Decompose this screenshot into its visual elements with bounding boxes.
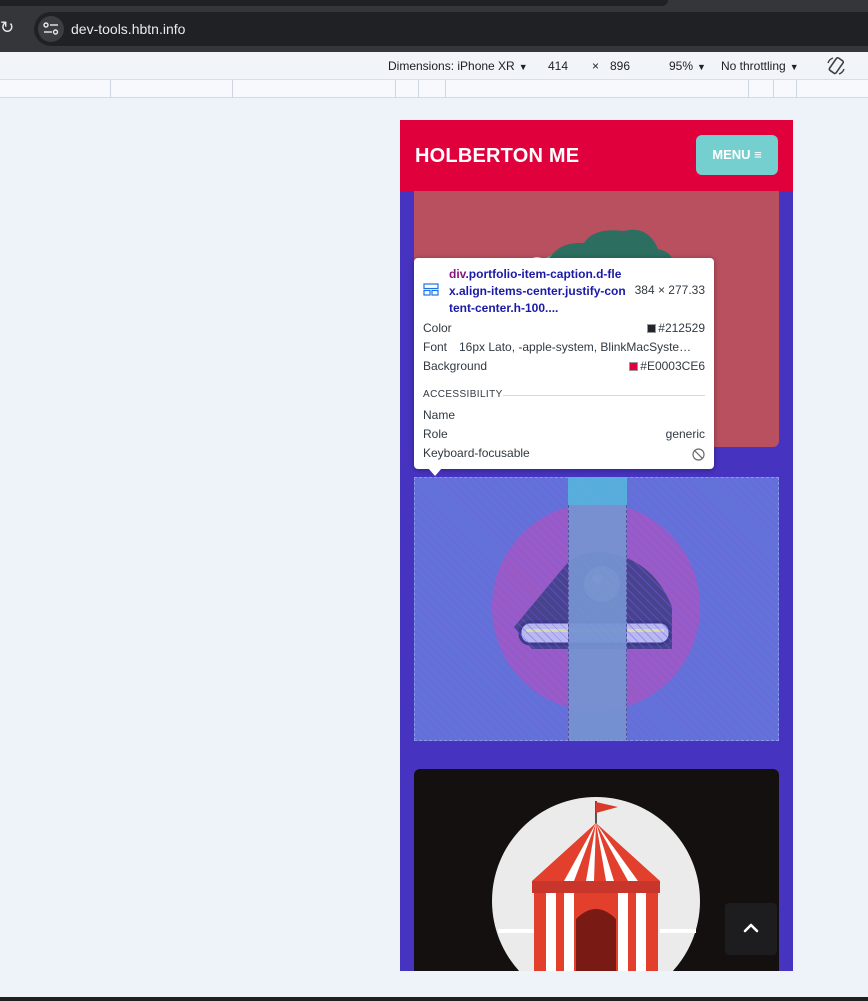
reload-icon[interactable]: ↻ — [0, 19, 18, 37]
tooltip-arrow — [428, 468, 442, 476]
zoom-label: 95% — [669, 59, 694, 73]
hamburger-icon: ≡ — [754, 147, 762, 162]
caret-down-icon: ▼ — [789, 62, 799, 72]
url-text[interactable]: dev-tools.hbtn.info — [71, 21, 185, 37]
window-bottom-edge — [0, 997, 868, 1001]
address-bar[interactable]: dev-tools.hbtn.info — [34, 12, 868, 46]
throttling-dropdown[interactable]: No throttling ▼ — [721, 59, 799, 73]
dimensions-dropdown[interactable]: Dimensions: iPhone XR ▼ — [388, 59, 528, 73]
name-row: Name — [423, 408, 705, 425]
rotate-icon[interactable] — [825, 55, 847, 77]
menu-button[interactable]: MENU ≡ — [696, 135, 778, 175]
accessibility-header: ACCESSIBILITY — [423, 389, 503, 400]
role-row: Role generic — [423, 427, 705, 444]
role-value: generic — [665, 427, 705, 441]
font-label: Font — [423, 340, 448, 354]
color-swatch — [647, 324, 657, 333]
throttling-label: No throttling — [721, 59, 786, 73]
selector-tag: div — [449, 267, 466, 281]
background-swatch — [629, 362, 639, 371]
width-input[interactable]: 414 — [548, 59, 568, 73]
element-selector: div.portfolio-item-caption.d-flex.align-… — [449, 266, 627, 317]
selector-classes: .portfolio-item-caption.d-flex.align-ite… — [449, 267, 626, 315]
element-layout-icon — [423, 283, 439, 296]
site-navbar: HOLBERTON ME MENU ≡ — [400, 120, 793, 191]
element-size: 384 × 277.33 — [634, 283, 705, 297]
portfolio-item-cake[interactable] — [414, 477, 779, 741]
background-label: Background — [423, 359, 488, 373]
device-viewport: HOLBERTON ME MENU ≡ — [400, 120, 793, 971]
chevron-up-icon — [743, 923, 759, 933]
scroll-to-top-button[interactable] — [725, 903, 777, 955]
color-row: Color #212529 — [423, 321, 705, 338]
color-label: Color — [423, 321, 452, 335]
caret-down-icon: ▼ — [697, 62, 706, 72]
font-row: Font 16px Lato, -apple-system, BlinkMacS… — [423, 340, 705, 357]
ruler-segment[interactable] — [773, 80, 774, 98]
times-sign: × — [592, 59, 600, 73]
element-outline — [414, 477, 779, 741]
ruler-segment[interactable] — [748, 80, 749, 98]
media-query-ruler[interactable] — [0, 80, 868, 98]
focusable-row: Keyboard-focusable — [423, 446, 705, 463]
tab-strip — [0, 0, 668, 6]
ruler-segment[interactable] — [796, 80, 797, 98]
ruler-segment[interactable] — [110, 80, 111, 98]
site-info-icon[interactable] — [38, 16, 64, 42]
browser-toolbar: ↻ dev-tools.hbtn.info — [0, 0, 868, 52]
dimensions-label: Dimensions: iPhone XR — [388, 59, 515, 73]
ruler-segment[interactable] — [418, 80, 419, 98]
zoom-dropdown[interactable]: 95% ▼ — [669, 59, 706, 73]
background-value: #E0003CE6 — [640, 359, 705, 373]
ruler-segment[interactable] — [232, 80, 233, 98]
inspect-tooltip: div.portfolio-item-caption.d-flex.align-… — [414, 258, 714, 469]
color-value: #212529 — [658, 321, 705, 335]
ruler-segment[interactable] — [445, 80, 446, 98]
background-row: Background #E0003CE6 — [423, 359, 705, 376]
site-brand[interactable]: HOLBERTON ME — [415, 145, 579, 168]
caret-down-icon: ▼ — [518, 62, 528, 72]
name-label: Name — [423, 408, 456, 422]
menu-label: MENU — [712, 147, 751, 162]
not-focusable-icon — [692, 448, 705, 461]
device-toolbar: Dimensions: iPhone XR ▼ 414 × 896 95% ▼ No… — [0, 52, 868, 80]
role-label: Role — [423, 427, 448, 441]
height-input[interactable]: 896 — [610, 59, 630, 73]
ruler-segment[interactable] — [395, 80, 396, 98]
focusable-label: Keyboard-focusable — [423, 446, 530, 460]
font-value: 16px Lato, -apple-system, BlinkMacSyste… — [459, 340, 692, 354]
divider — [503, 395, 705, 396]
